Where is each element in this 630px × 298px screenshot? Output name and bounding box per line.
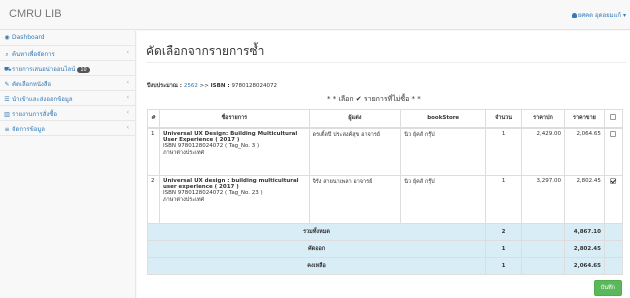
cart-icon: ⛟: [4, 66, 12, 73]
sidebar-item-manage-data[interactable]: ≡ จัดการข้อมูล ‹: [0, 121, 135, 136]
col-header-cover-price: ราคาปก: [521, 109, 565, 129]
sidebar-item-label: คัดเลือกหนังสือ: [12, 81, 52, 88]
sidebar-item-order-report[interactable]: ▥ รายงานการสั่งซื้อ ‹: [0, 106, 135, 121]
edit-icon: ✎: [4, 81, 10, 88]
summary-label: คงเหลือ: [146, 257, 487, 275]
user-icon: [571, 13, 577, 18]
row-title: Universal UX Design: Building Multicultu…: [162, 130, 298, 143]
caret-down-icon: ▾: [622, 12, 626, 19]
title-divider: [146, 62, 626, 63]
row-language: ภาษาต่างประเทศ: [162, 197, 205, 203]
sidebar-item-label: นำเข้าและส่งออกข้อมูล: [12, 96, 73, 103]
row-sale-price: 2,802.45: [563, 175, 605, 224]
row-title-cell: Universal UX Design: Building Multicultu…: [158, 127, 310, 176]
summary-empty: [603, 240, 624, 258]
chevron-left-icon: ‹: [126, 49, 129, 56]
user-name: ยศคต อุดอยมแก้: [577, 12, 622, 19]
row-title: Universal UX design : building multicult…: [162, 178, 299, 190]
save-button[interactable]: บันทึก: [593, 280, 622, 296]
fiscal-year-label: ปีงบประมาณ :: [147, 83, 184, 89]
summary-row-total: รวมทั้งหมด 2 4,867.10: [146, 223, 624, 241]
duplicate-items-table: # ชื่อรายการ ผู้แต่ง bookStore จำนวน ราค…: [146, 109, 624, 275]
row-checkbox[interactable]: [610, 178, 617, 184]
chart-icon: ▥: [4, 111, 10, 118]
summary-empty: [603, 223, 624, 241]
row-author: จิรัง สายนาเพลา อาจารย์: [308, 175, 402, 224]
app-brand[interactable]: CMRU LIB: [9, 8, 62, 20]
row-bookstore: นิว ยุ้คส์ กรุ๊ป: [400, 127, 487, 176]
summary-qty: 1: [485, 257, 523, 275]
summary-amount: 2,802.45: [563, 240, 605, 258]
top-navbar: CMRU LIB ยศคต อุดอยมแก้ ▾: [0, 0, 630, 30]
summary-label: รวมทั้งหมด: [146, 223, 487, 241]
sidebar: ◉ Dashboard ⌕ ค้นหาเพื่อจัดการ ‹ ⛟รายการเส…: [0, 31, 136, 298]
row-select-cell: [603, 127, 624, 176]
isbn-label: ISBN :: [210, 83, 232, 89]
main-content: คัดเลือกจากรายการซ้ำ ปีงบประมาณ : 2562 >…: [137, 31, 630, 298]
row-qty: 1: [485, 175, 523, 224]
sidebar-item-label: จัดการข้อมูล: [12, 126, 45, 133]
row-cover-price: 3,297.00: [521, 175, 565, 224]
sidebar-item-label: รายงานการสั่งซื้อ: [12, 111, 57, 118]
list-icon: ☰: [4, 96, 10, 103]
col-header-no: #: [147, 109, 160, 129]
page-title: คัดเลือกจากรายการซ้ำ: [146, 44, 265, 58]
breadcrumb-separator: >>: [197, 83, 211, 89]
row-bookstore: นิว ยุ้คส์ กรุ๊ป: [400, 175, 487, 224]
sidebar-item-label: ค้นหาเพื่อจัดการ: [12, 51, 55, 58]
summary-empty: [521, 240, 565, 258]
summary-amount: 2,064.65: [563, 257, 605, 275]
row-cover-price: 2,429.00: [521, 127, 565, 176]
chevron-left-icon: ‹: [126, 94, 129, 101]
summary-label: คัดออก: [146, 240, 487, 258]
sidebar-item-select-books[interactable]: ✎ คัดเลือกหนังสือ ‹: [0, 76, 135, 91]
sidebar-item-label: Dashboard: [12, 34, 45, 41]
summary-empty: [521, 223, 565, 241]
row-qty: 1: [485, 127, 523, 176]
col-header-sale-price: ราคาขาย: [563, 109, 605, 129]
chevron-left-icon: ‹: [126, 79, 129, 86]
col-header-bookstore: bookStore: [400, 109, 487, 129]
row-no: 1: [147, 127, 160, 176]
sidebar-item-label: รายการเสนอน่าออนไลน์: [12, 66, 76, 73]
fiscal-year-link[interactable]: 2562: [184, 83, 198, 89]
sidebar-item-import-export[interactable]: ☰ นำเข้าและส่งออกข้อมูล ‹: [0, 91, 135, 106]
summary-amount: 4,867.10: [563, 223, 605, 241]
sidebar-item-search[interactable]: ⌕ ค้นหาเพื่อจัดการ ‹: [0, 46, 135, 61]
instruction-text: * * เลือก ✔ รายการที่ไม่ซื้อ * *: [327, 95, 421, 103]
sidebar-item-dashboard[interactable]: ◉ Dashboard: [0, 31, 135, 46]
search-icon: ⌕: [5, 51, 9, 58]
dashboard-icon: ◉: [4, 34, 10, 41]
menu-icon: ≡: [4, 126, 10, 133]
col-header-author: ผู้แต่ง: [308, 109, 402, 129]
row-author: ดรเติ้ลปี ประสงค์สุข อาจารย์: [308, 127, 402, 176]
row-checkbox[interactable]: [610, 130, 617, 137]
summary-qty: 2: [485, 223, 523, 241]
summary-row-excluded: คัดออก 1 2,802.45: [146, 240, 624, 258]
row-select-cell: [603, 175, 624, 224]
row-sale-price: 2,064.65: [563, 127, 605, 176]
col-header-qty: จำนวน: [485, 109, 523, 129]
summary-qty: 1: [485, 240, 523, 258]
select-all-checkbox[interactable]: [610, 114, 617, 121]
row-language: ภาษาต่างประเทศ: [162, 149, 205, 156]
breadcrumb: ปีงบประมาณ : 2562 >> ISBN : 978012802407…: [147, 82, 277, 90]
summary-empty: [603, 257, 624, 275]
row-title-cell: Universal UX design : building multicult…: [158, 175, 310, 224]
table-row: 1 Universal UX Design: Building Multicul…: [147, 127, 624, 176]
user-menu[interactable]: ยศคต อุดอยมแก้ ▾: [571, 10, 626, 20]
table-row: 2 Universal UX design : building multicu…: [147, 175, 624, 224]
row-no: 2: [147, 175, 160, 224]
isbn-value: 9780128024072: [231, 83, 277, 89]
col-header-select: [603, 109, 624, 129]
count-badge: 10: [77, 67, 90, 73]
col-header-title: ชื่อรายการ: [158, 109, 310, 129]
summary-empty: [521, 257, 565, 275]
table-header-row: # ชื่อรายการ ผู้แต่ง bookStore จำนวน ราค…: [147, 109, 624, 129]
summary-row-remaining: คงเหลือ 1 2,064.65: [146, 257, 624, 275]
sidebar-item-online-requests[interactable]: ⛟รายการเสนอน่าออนไลน์ 10: [0, 61, 135, 76]
chevron-left-icon: ‹: [126, 124, 129, 131]
chevron-left-icon: ‹: [126, 109, 129, 116]
